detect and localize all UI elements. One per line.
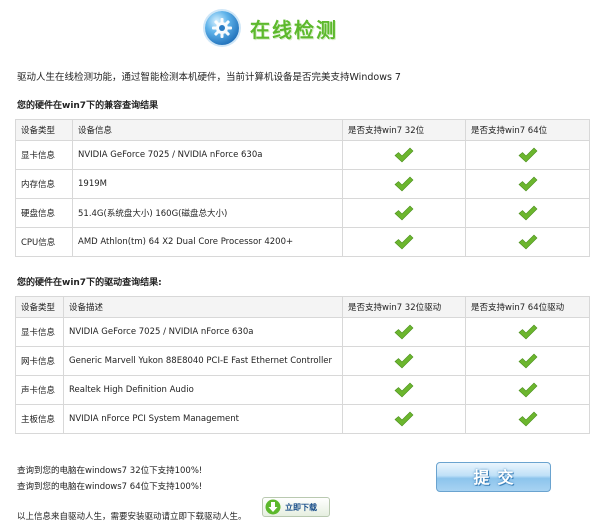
table-header-row: 设备类型 设备描述 是否支持win7 32位驱动 是否支持win7 64位驱动: [15, 296, 590, 318]
hw-win7_64-support: [465, 198, 590, 228]
check-icon: [394, 234, 414, 250]
download-arrow-icon: [265, 499, 281, 518]
footer-text: 以上信息来自驱动人生，需要安装驱动请立即下载驱动人生。: [17, 512, 247, 522]
drv-win7_32-support: [342, 346, 466, 376]
column-header: 设备类型: [15, 296, 64, 318]
device-info: Generic Marvell Yukon 88E8040 PCI-E Fast…: [63, 346, 343, 376]
device-type: 硬盘信息: [15, 198, 73, 228]
table-header-row: 设备类型 设备信息 是否支持win7 32位 是否支持win7 64位: [15, 119, 590, 141]
device-type: 主板信息: [15, 404, 64, 434]
header: 在线检测: [0, 8, 600, 52]
drv-win7_64-support: [465, 375, 590, 405]
table-row: 显卡信息 NVIDIA GeForce 7025 / NVIDIA nForce …: [15, 317, 590, 347]
column-header: 是否支持win7 32位驱动: [342, 296, 466, 318]
page-title: 在线检测: [250, 18, 338, 42]
download-button[interactable]: 立即下载: [262, 497, 330, 517]
device-type: 声卡信息: [15, 375, 64, 405]
column-header: 是否支持win7 64位驱动: [465, 296, 590, 318]
device-info: Realtek High Definition Audio: [63, 375, 343, 405]
table-row: 硬盘信息 51.4G(系统盘大小) 160G(磁盘总大小): [15, 198, 590, 228]
hw-win7_32-support: [342, 227, 466, 257]
column-header: 是否支持win7 64位: [465, 119, 590, 141]
device-info: NVIDIA GeForce 7025 / NVIDIA nForce 630a: [72, 140, 343, 170]
column-header: 设备描述: [63, 296, 343, 318]
hw-win7_32-support: [342, 140, 466, 170]
table-row: 显卡信息 NVIDIA GeForce 7025 / NVIDIA nForce …: [15, 140, 590, 170]
device-type: 显卡信息: [15, 140, 73, 170]
device-info: NVIDIA nForce PCI System Management: [63, 404, 343, 434]
check-icon: [518, 411, 537, 427]
hardware-compat-table: 设备类型 设备信息 是否支持win7 32位 是否支持win7 64位 显卡信息…: [15, 119, 590, 257]
hw-win7_64-support: [465, 169, 590, 199]
hardware-section-title: 您的硬件在win7下的兼容查询结果: [17, 101, 159, 111]
submit-button[interactable]: 提交: [436, 462, 551, 492]
check-icon: [394, 411, 414, 427]
driver-section-title: 您的硬件在win7下的驱动查询结果:: [17, 278, 162, 288]
hw-win7_64-support: [465, 140, 590, 170]
device-info: 1919M: [72, 169, 343, 199]
intro-text: 驱动人生在线检测功能，通过智能检测本机硬件，当前计算机设备是否完美支持Windo…: [17, 72, 401, 83]
drv-win7_64-support: [465, 346, 590, 376]
column-header: 设备类型: [15, 119, 73, 141]
device-type: 显卡信息: [15, 317, 64, 347]
check-icon: [394, 205, 414, 221]
check-icon: [394, 324, 414, 340]
check-icon: [518, 205, 537, 221]
table-row: CPU信息 AMD Athlon(tm) 64 X2 Dual Core Proc…: [15, 227, 590, 257]
device-type: 网卡信息: [15, 346, 64, 376]
check-icon: [518, 147, 537, 163]
column-header: 设备信息: [72, 119, 343, 141]
check-icon: [394, 353, 414, 369]
drv-win7_32-support: [342, 375, 466, 405]
table-row: 声卡信息 Realtek High Definition Audio: [15, 375, 590, 405]
device-info: AMD Athlon(tm) 64 X2 Dual Core Processor…: [72, 227, 343, 257]
drv-win7_64-support: [465, 317, 590, 347]
hw-win7_32-support: [342, 198, 466, 228]
table-row: 内存信息 1919M: [15, 169, 590, 199]
driver-compat-table: 设备类型 设备描述 是否支持win7 32位驱动 是否支持win7 64位驱动 …: [15, 296, 590, 434]
check-icon: [394, 147, 414, 163]
check-icon: [518, 353, 537, 369]
check-icon: [394, 176, 414, 192]
device-info: 51.4G(系统盘大小) 160G(磁盘总大小): [72, 198, 343, 228]
drv-win7_64-support: [465, 404, 590, 434]
device-info: NVIDIA GeForce 7025 / NVIDIA nForce 630a: [63, 317, 343, 347]
drv-win7_32-support: [342, 317, 466, 347]
check-icon: [518, 324, 537, 340]
hw-win7_64-support: [465, 227, 590, 257]
column-header: 是否支持win7 32位: [342, 119, 466, 141]
device-type: CPU信息: [15, 227, 73, 257]
download-label: 立即下载: [285, 503, 317, 512]
table-row: 主板信息 NVIDIA nForce PCI System Management: [15, 404, 590, 434]
drv-win7_32-support: [342, 404, 466, 434]
summary-64bit: 查询到您的电脑在windows7 64位下支持100%!: [17, 482, 203, 492]
device-type: 内存信息: [15, 169, 73, 199]
table-row: 网卡信息 Generic Marvell Yukon 88E8040 PCI-E …: [15, 346, 590, 376]
gear-icon: [205, 11, 239, 45]
check-icon: [518, 234, 537, 250]
hw-win7_32-support: [342, 169, 466, 199]
check-icon: [394, 382, 414, 398]
check-icon: [518, 382, 537, 398]
summary-32bit: 查询到您的电脑在windows7 32位下支持100%!: [17, 466, 203, 476]
check-icon: [518, 176, 537, 192]
